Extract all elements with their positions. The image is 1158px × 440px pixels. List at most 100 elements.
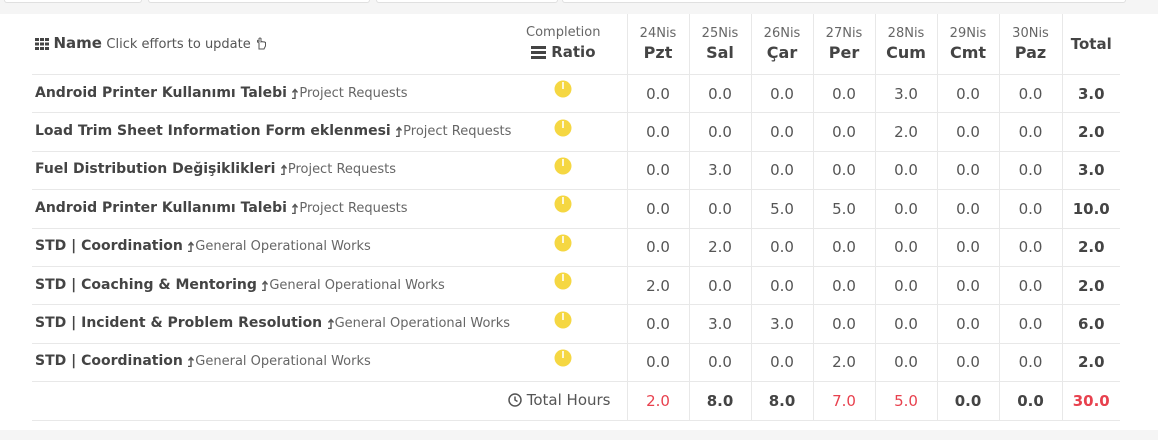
name-header-label: Name [53, 34, 102, 52]
task-cell: Android Printer Kullanımı Talebi Project… [32, 73, 500, 113]
effort-cell[interactable]: 0.0 [750, 112, 813, 152]
effort-cell[interactable]: 0.0 [998, 227, 1062, 267]
effort-cell[interactable]: 2.0 [812, 342, 875, 382]
tab-stub[interactable] [148, 0, 370, 3]
effort-cell[interactable]: 0.0 [750, 342, 813, 382]
effort-cell[interactable]: 0.0 [750, 73, 813, 113]
effort-cell[interactable]: 3.0 [874, 73, 937, 113]
task-cell: Android Printer Kullanımı Talebi Project… [32, 189, 500, 229]
task-name[interactable]: Android Printer Kullanımı Talebi [35, 200, 287, 216]
task-name[interactable]: Android Printer Kullanımı Talebi [35, 85, 287, 101]
effort-cell[interactable]: 0.0 [688, 265, 751, 305]
effort-cell[interactable]: 0.0 [874, 265, 937, 305]
task-name[interactable]: STD | Coordination [35, 238, 183, 254]
effort-cell[interactable]: 0.0 [750, 227, 813, 267]
project-name[interactable]: Project Requests [299, 86, 407, 101]
tab-stub[interactable] [4, 0, 142, 3]
day-name: Per [828, 43, 860, 62]
task-name[interactable]: STD | Coaching & Mentoring [35, 277, 257, 293]
effort-cell[interactable]: 0.0 [812, 112, 875, 152]
effort-cell[interactable]: 5.0 [750, 189, 813, 229]
ratio-header-top: Completion [526, 25, 601, 40]
effort-cell[interactable]: 0.0 [750, 150, 813, 190]
tab-stub[interactable] [562, 0, 1126, 3]
effort-cell[interactable]: 2.0 [626, 265, 689, 305]
effort-cell[interactable]: 0.0 [998, 73, 1062, 113]
effort-cell[interactable]: 0.0 [626, 150, 689, 190]
total-hours-text: Total Hours [526, 390, 611, 409]
effort-cell[interactable]: 0.0 [688, 73, 751, 113]
effort-cell[interactable]: 0.0 [998, 342, 1062, 382]
effort-cell[interactable]: 0.0 [688, 112, 751, 152]
effort-cell[interactable]: 0.0 [626, 189, 689, 229]
day-date: 30Nis [1012, 26, 1049, 41]
effort-cell[interactable]: 2.0 [874, 112, 937, 152]
effort-cell[interactable]: 0.0 [998, 112, 1062, 152]
effort-cell[interactable]: 0.0 [626, 342, 689, 382]
effort-cell[interactable]: 0.0 [998, 189, 1062, 229]
effort-cell[interactable]: 0.0 [874, 150, 937, 190]
effort-cell[interactable]: 0.0 [626, 73, 689, 113]
project-name[interactable]: General Operational Works [195, 239, 370, 254]
effort-cell[interactable]: 2.0 [688, 227, 751, 267]
effort-cell[interactable]: 0.0 [626, 227, 689, 267]
effort-cell[interactable]: 0.0 [750, 265, 813, 305]
pie-chart-icon [554, 157, 572, 175]
effort-cell[interactable]: 0.0 [936, 265, 999, 305]
row-total: 3.0 [1061, 73, 1120, 113]
effort-cell[interactable]: 0.0 [874, 304, 937, 344]
effort-cell[interactable]: 3.0 [688, 304, 751, 344]
task-name[interactable]: STD | Coordination [35, 353, 183, 369]
day-header: 26Nis Çar [750, 14, 813, 75]
ratio-header: Completion Ratio [500, 14, 627, 75]
effort-cell[interactable]: 0.0 [936, 227, 999, 267]
project-name[interactable]: General Operational Works [269, 278, 444, 293]
effort-cell[interactable]: 0.0 [812, 150, 875, 190]
grand-total: 30.0 [1061, 381, 1120, 421]
effort-cell[interactable]: 0.0 [874, 342, 937, 382]
effort-cell[interactable]: 0.0 [812, 227, 875, 267]
project-name[interactable]: Project Requests [403, 124, 511, 139]
project-name[interactable]: Project Requests [299, 201, 407, 216]
effort-cell[interactable]: 0.0 [936, 150, 999, 190]
effort-cell[interactable]: 0.0 [936, 304, 999, 344]
row-total: 3.0 [1061, 150, 1120, 190]
effort-cell[interactable]: 0.0 [936, 112, 999, 152]
table-row: Android Printer Kullanımı Talebi Project… [32, 189, 1120, 229]
day-total: 0.0 [936, 381, 999, 421]
effort-cell[interactable]: 3.0 [688, 150, 751, 190]
effort-cell[interactable]: 0.0 [874, 189, 937, 229]
task-name[interactable]: STD | Incident & Problem Resolution [35, 315, 322, 331]
effort-cell[interactable]: 0.0 [812, 73, 875, 113]
effort-cell[interactable]: 0.0 [874, 227, 937, 267]
task-cell: STD | Coordination General Operational W… [32, 342, 500, 382]
task-name[interactable]: Fuel Distribution Değişiklikleri [35, 161, 275, 177]
effort-cell[interactable]: 3.0 [750, 304, 813, 344]
tab-stub[interactable] [376, 0, 558, 3]
effort-cell[interactable]: 0.0 [688, 342, 751, 382]
row-total: 2.0 [1061, 265, 1120, 305]
completion-ratio-cell [500, 304, 627, 344]
task-name[interactable]: Load Trim Sheet Information Form eklenme… [35, 123, 391, 139]
effort-cell[interactable]: 0.0 [812, 265, 875, 305]
effort-cell[interactable]: 0.0 [936, 189, 999, 229]
project-name[interactable]: General Operational Works [335, 316, 510, 331]
effort-cell[interactable]: 0.0 [998, 265, 1062, 305]
project-name[interactable]: Project Requests [288, 162, 396, 177]
effort-cell[interactable]: 0.0 [998, 304, 1062, 344]
effort-cell[interactable]: 0.0 [626, 304, 689, 344]
effort-cell[interactable]: 0.0 [812, 304, 875, 344]
row-total: 2.0 [1061, 227, 1120, 267]
effort-cell[interactable]: 0.0 [936, 73, 999, 113]
effort-cell[interactable]: 0.0 [626, 112, 689, 152]
project-name[interactable]: General Operational Works [195, 354, 370, 369]
effort-cell[interactable]: 0.0 [688, 189, 751, 229]
day-header: 30Nis Paz [998, 14, 1062, 75]
effort-cell[interactable]: 0.0 [998, 150, 1062, 190]
day-name: Cmt [949, 43, 987, 62]
day-name: Pzt [643, 43, 673, 62]
effort-cell[interactable]: 5.0 [812, 189, 875, 229]
pie-chart-icon [554, 311, 572, 329]
effort-cell[interactable]: 0.0 [936, 342, 999, 382]
day-name: Paz [1014, 43, 1047, 62]
